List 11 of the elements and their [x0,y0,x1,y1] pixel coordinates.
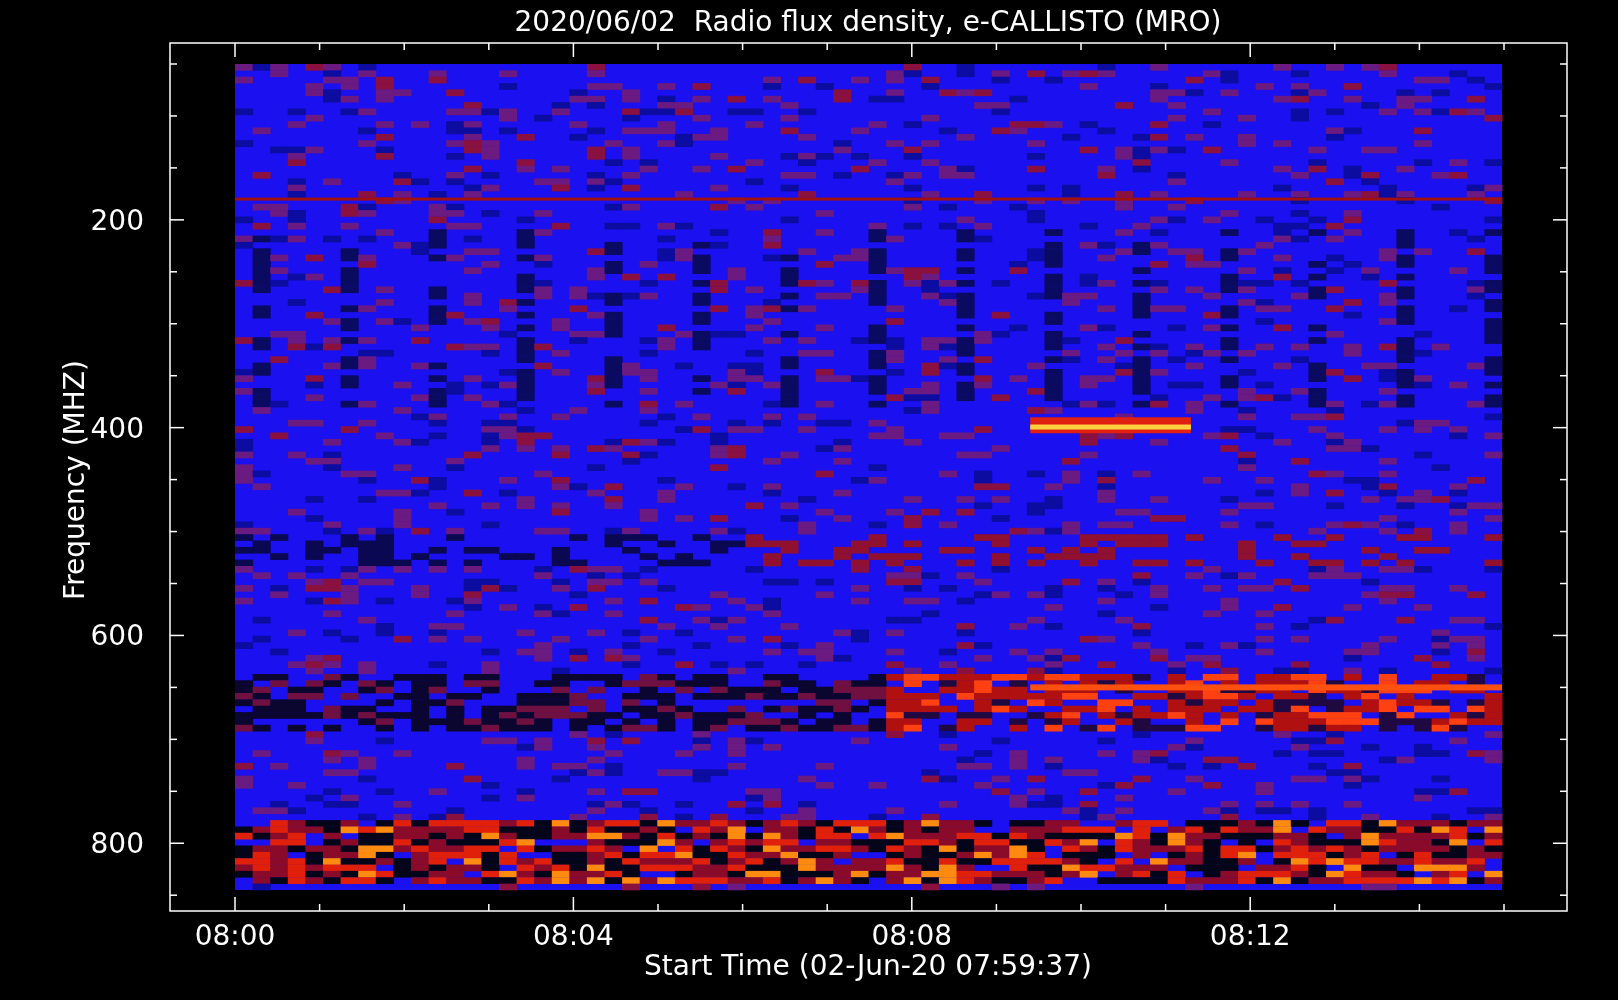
x-tick-label: 08:08 [871,919,953,952]
y-tick-label: 800 [90,827,144,861]
y-tick-label: 600 [90,619,144,653]
y-axis-label: Frequency (MHZ) [58,360,91,600]
y-tick-label: 400 [90,411,144,445]
chart-title: 2020/06/02 Radio flux density, e-CALLISTO (MRO) [514,5,1222,38]
x-tick-label: 08:04 [533,919,614,952]
y-tick-label: 200 [90,203,144,237]
x-tick-label: 08:12 [1209,919,1291,952]
x-axis-label: Start Time (02-Jun-20 07:59:37) [644,949,1092,982]
x-tick-label: 08:00 [194,919,276,952]
